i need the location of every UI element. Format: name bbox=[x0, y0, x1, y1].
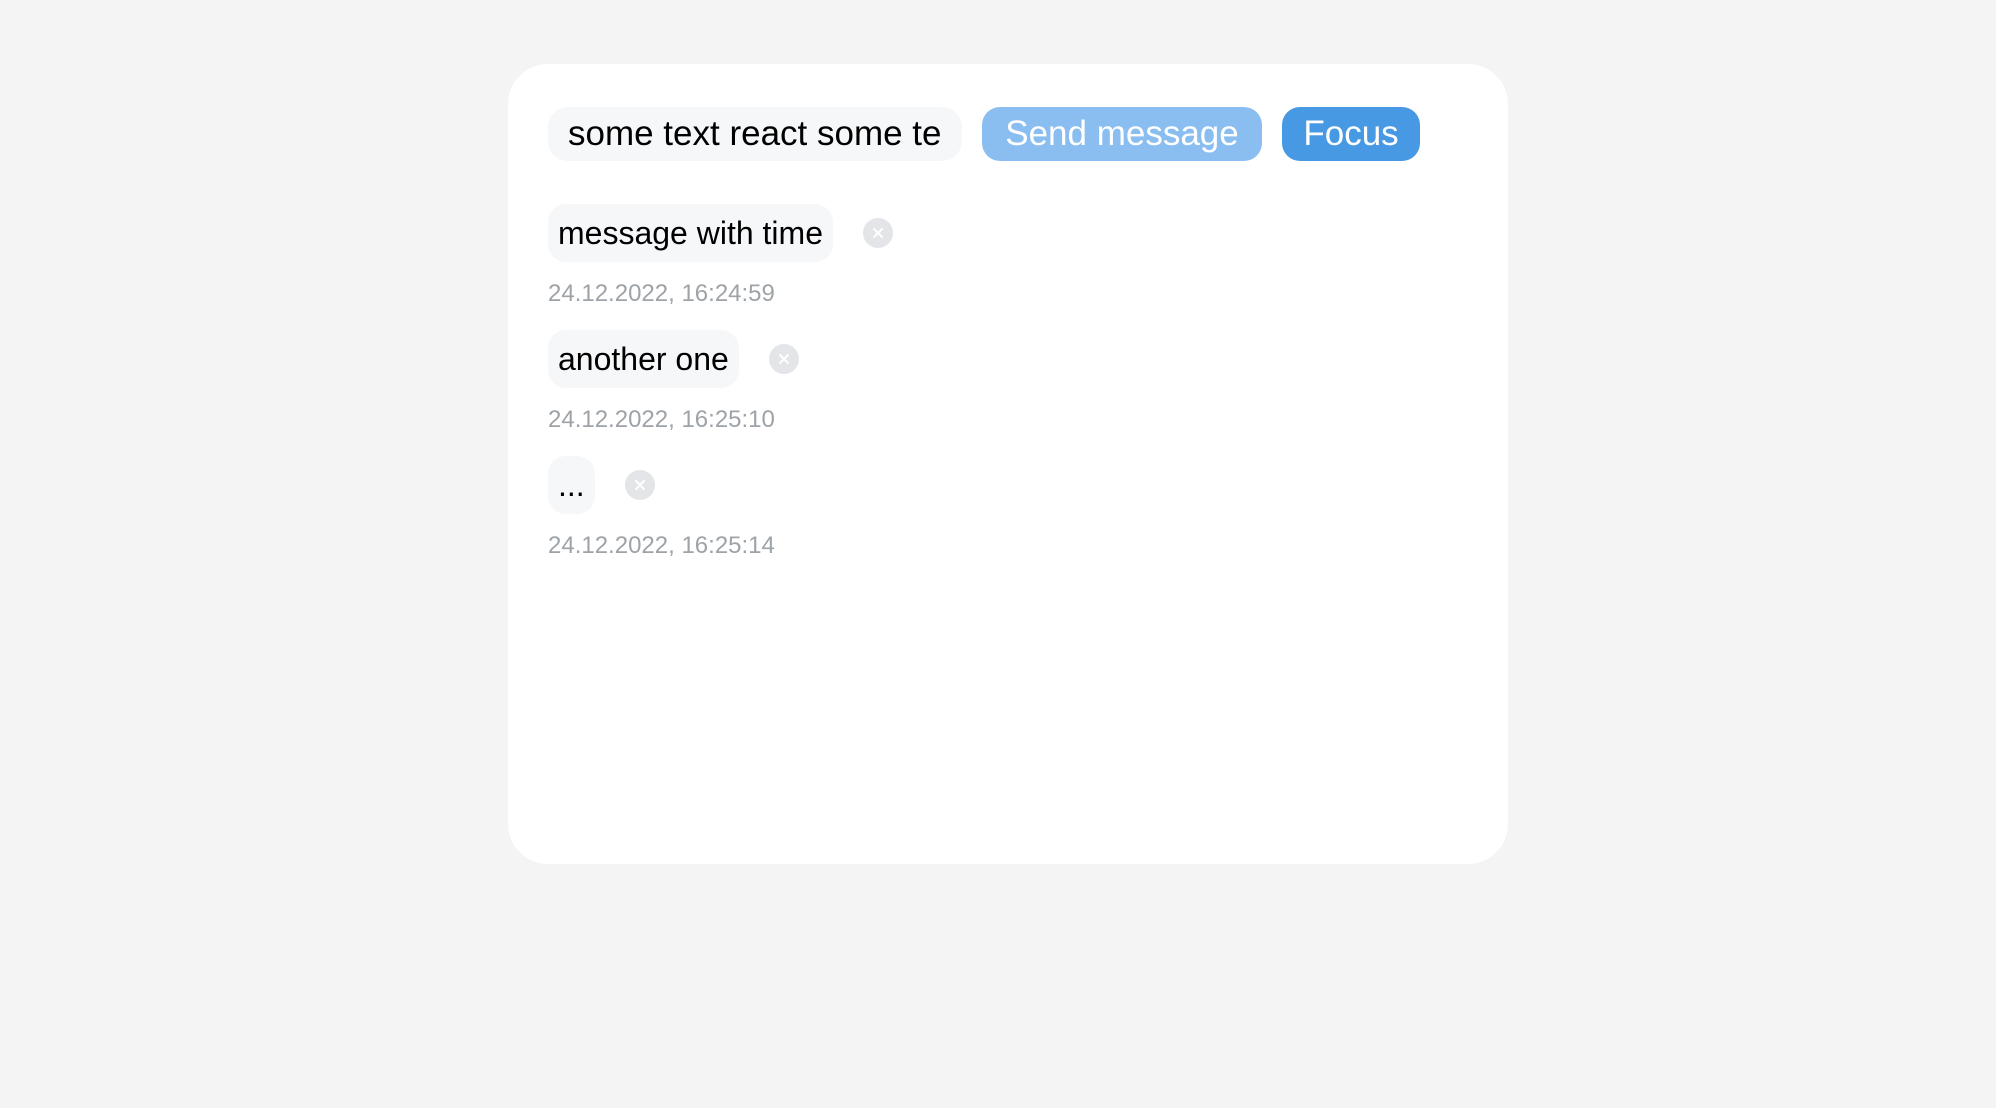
close-icon bbox=[872, 228, 883, 238]
close-icon bbox=[778, 354, 789, 364]
message-timestamp: 24.12.2022, 16:25:10 bbox=[548, 406, 775, 433]
message-input[interactable] bbox=[548, 107, 962, 161]
message-row: message with time bbox=[548, 204, 893, 262]
message-row: ... bbox=[548, 456, 893, 514]
message-row: another one bbox=[548, 330, 893, 388]
delete-message-button[interactable] bbox=[768, 344, 799, 374]
close-icon bbox=[634, 480, 645, 490]
message-item: ... 24.12.2022, 16:25:14 bbox=[548, 456, 893, 582]
delete-message-button[interactable] bbox=[624, 470, 655, 500]
message-timestamp: 24.12.2022, 16:24:59 bbox=[548, 280, 775, 307]
message-timestamp: 24.12.2022, 16:25:14 bbox=[548, 532, 775, 559]
send-message-button[interactable]: Send message bbox=[982, 107, 1262, 161]
message-composer: Send message Focus bbox=[548, 107, 1420, 161]
message-item: another one 24.12.2022, 16:25:10 bbox=[548, 330, 893, 456]
message-bubble: message with time bbox=[548, 204, 833, 262]
message-bubble: another one bbox=[548, 330, 739, 388]
message-bubble: ... bbox=[548, 456, 595, 514]
focus-button[interactable]: Focus bbox=[1282, 107, 1420, 161]
chat-card: Send message Focus message with time 24.… bbox=[508, 64, 1508, 864]
delete-message-button[interactable] bbox=[862, 218, 893, 248]
message-item: message with time 24.12.2022, 16:24:59 bbox=[548, 204, 893, 330]
message-list: message with time 24.12.2022, 16:24:59 a… bbox=[548, 204, 893, 582]
